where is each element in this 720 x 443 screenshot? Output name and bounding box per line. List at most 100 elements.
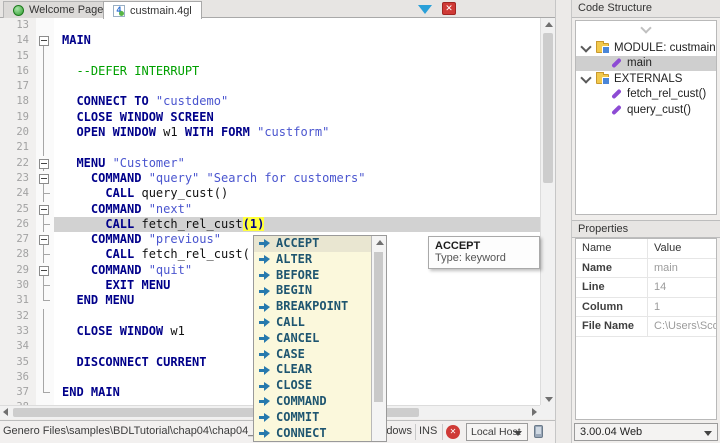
autocomplete-scrollbar[interactable]	[371, 236, 386, 441]
fold-margin[interactable]	[36, 110, 54, 125]
scroll-up-icon[interactable]	[376, 240, 384, 245]
code-line[interactable]: 13	[0, 18, 540, 33]
tab-welcome-page[interactable]: Welcome Page	[3, 1, 113, 18]
fold-margin[interactable]	[36, 49, 54, 64]
fold-margin[interactable]	[36, 217, 54, 232]
fold-margin[interactable]	[36, 355, 54, 370]
code-line[interactable]: 20 OPEN WINDOW w1 WITH FORM "custform"	[0, 125, 540, 140]
autocomplete-item[interactable]: BEGIN	[254, 283, 371, 299]
property-row[interactable]: File NameC:\Users\Scot	[576, 317, 716, 337]
version-select-dropdown[interactable]: 3.00.04 Web	[574, 423, 718, 441]
line-number: 32	[0, 309, 36, 324]
code-line[interactable]: 25 COMMAND "next"	[0, 202, 540, 217]
fold-margin[interactable]	[36, 293, 54, 308]
device-icon[interactable]	[534, 425, 543, 438]
code-line[interactable]: 26 CALL fetch_rel_cust(1)	[0, 217, 540, 232]
autocomplete-item[interactable]: CANCEL	[254, 331, 371, 347]
fold-collapse-icon[interactable]	[39, 205, 49, 215]
scroll-up-icon[interactable]	[545, 22, 553, 27]
fold-margin[interactable]	[36, 64, 54, 79]
code-structure-tree[interactable]: MODULE: custmain.4glmainEXTERNALSfetch_r…	[575, 20, 717, 215]
property-name: File Name	[576, 317, 648, 336]
fold-margin[interactable]	[36, 94, 54, 109]
fold-margin[interactable]	[36, 79, 54, 94]
autocomplete-item[interactable]: BEFORE	[254, 268, 371, 284]
tab-list-dropdown-icon[interactable]	[418, 5, 432, 14]
error-status-icon[interactable]	[446, 425, 460, 439]
fold-collapse-icon[interactable]	[39, 174, 49, 184]
tree-item[interactable]: fetch_rel_cust()	[576, 87, 716, 103]
code-line[interactable]: 19 CLOSE WINDOW SCREEN	[0, 110, 540, 125]
panel-splitter[interactable]	[555, 0, 572, 443]
scroll-down-icon[interactable]	[545, 397, 553, 402]
chevron-expanded-icon[interactable]	[580, 72, 591, 83]
fold-margin[interactable]	[36, 202, 54, 217]
fold-collapse-icon[interactable]	[39, 159, 49, 169]
fold-collapse-icon[interactable]	[39, 266, 49, 276]
autocomplete-item[interactable]: CASE	[254, 347, 371, 363]
fold-margin[interactable]	[36, 278, 54, 293]
host-select-dropdown[interactable]: Local Host	[466, 423, 528, 441]
autocomplete-item[interactable]: ACCEPT	[254, 236, 371, 252]
fold-margin[interactable]	[36, 125, 54, 140]
autocomplete-item[interactable]: COMMIT	[254, 410, 371, 426]
code-line[interactable]: 14MAIN	[0, 33, 540, 48]
property-row[interactable]: Namemain	[576, 259, 716, 279]
autocomplete-item[interactable]: ALTER	[254, 252, 371, 268]
fold-margin[interactable]	[36, 156, 54, 171]
autocomplete-scroll-thumb[interactable]	[374, 252, 383, 402]
code-line[interactable]: 18 CONNECT TO "custdemo"	[0, 94, 540, 109]
autocomplete-list: ACCEPTALTERBEFOREBEGINBREAKPOINTCALLCANC…	[254, 236, 371, 441]
code-line[interactable]: 21	[0, 140, 540, 155]
editor-vertical-scrollbar[interactable]	[540, 18, 555, 405]
code-line[interactable]: 22 MENU "Customer"	[0, 156, 540, 171]
property-row[interactable]: Column1	[576, 298, 716, 318]
fold-margin[interactable]	[36, 263, 54, 278]
line-number: 18	[0, 94, 36, 109]
tree-item[interactable]: main	[576, 56, 716, 72]
tree-item[interactable]: query_cust()	[576, 102, 716, 118]
code-line[interactable]: 24 CALL query_cust()	[0, 186, 540, 201]
autocomplete-item-label: BREAKPOINT	[276, 299, 348, 315]
fold-margin[interactable]	[36, 171, 54, 186]
tree-item[interactable]: EXTERNALS	[576, 71, 716, 87]
code-text: CLOSE WINDOW SCREEN	[54, 110, 540, 125]
fold-margin[interactable]	[36, 324, 54, 339]
autocomplete-item[interactable]: CONNECT	[254, 426, 371, 441]
tab-custmain-4gl[interactable]: custmain.4gl	[103, 1, 202, 19]
property-row[interactable]: Line14	[576, 278, 716, 298]
autocomplete-item[interactable]: BREAKPOINT	[254, 299, 371, 315]
fold-margin[interactable]	[36, 370, 54, 385]
chevron-expanded-icon[interactable]	[580, 41, 591, 52]
fold-margin[interactable]	[36, 339, 54, 354]
autocomplete-item[interactable]: COMMAND	[254, 394, 371, 410]
fold-margin[interactable]	[36, 140, 54, 155]
code-text: --DEFER INTERRUPT	[54, 64, 540, 79]
code-line[interactable]: 23 COMMAND "query" "Search for customers…	[0, 171, 540, 186]
fold-line	[43, 94, 44, 109]
vertical-scroll-thumb[interactable]	[543, 33, 553, 183]
autocomplete-item[interactable]: CLEAR	[254, 362, 371, 378]
fold-margin[interactable]	[36, 232, 54, 247]
fold-margin[interactable]	[36, 33, 54, 48]
code-segment: CALL	[62, 247, 141, 261]
code-line[interactable]: 16 --DEFER INTERRUPT	[0, 64, 540, 79]
tab-label: Welcome Page	[29, 4, 103, 16]
fold-collapse-icon[interactable]	[39, 235, 49, 245]
fold-margin[interactable]	[36, 18, 54, 33]
scroll-right-icon[interactable]	[532, 408, 537, 416]
code-line[interactable]: 17	[0, 79, 540, 94]
scroll-left-icon[interactable]	[3, 408, 8, 416]
fold-collapse-icon[interactable]	[39, 36, 49, 46]
fold-margin[interactable]	[36, 309, 54, 324]
autocomplete-item[interactable]: CALL	[254, 315, 371, 331]
fold-margin[interactable]	[36, 247, 54, 262]
fold-margin[interactable]	[36, 385, 54, 400]
close-tab-button[interactable]	[442, 2, 456, 15]
fold-margin[interactable]	[36, 186, 54, 201]
tree-item[interactable]: MODULE: custmain.4gl	[576, 40, 716, 56]
keyword-arrow-icon	[258, 271, 271, 280]
code-segment: "next"	[149, 202, 192, 216]
code-line[interactable]: 15	[0, 49, 540, 64]
autocomplete-item[interactable]: CLOSE	[254, 378, 371, 394]
